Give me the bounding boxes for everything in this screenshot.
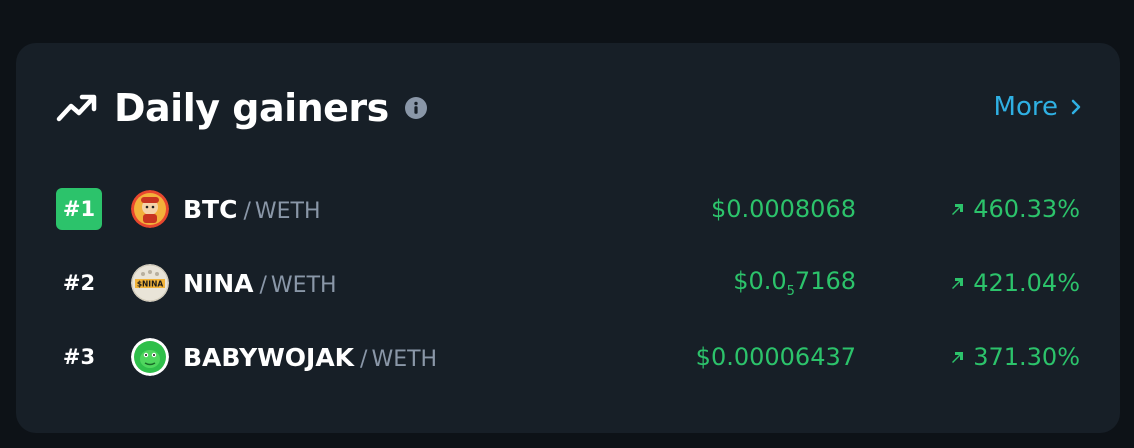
gainer-row[interactable]: #3 BABYWOJAK / WETH $0.00006437 371.30%: [56, 335, 1080, 379]
card-title: Daily gainers: [114, 86, 389, 130]
svg-text:$NINA: $NINA: [137, 280, 164, 289]
arrow-up-right-icon: [952, 278, 964, 289]
change-value: 371.30%: [973, 343, 1080, 371]
rank-badge: #1: [56, 188, 102, 230]
price-suffix: 7168: [794, 267, 856, 295]
btc-token-avatar: [131, 190, 169, 228]
card-header: Daily gainers: [56, 83, 427, 133]
change-value: 460.33%: [973, 195, 1080, 223]
nina-token-avatar: $NINA: [131, 264, 169, 302]
price-zero-count: 5: [786, 284, 795, 299]
daily-gainers-card: Daily gainers More #1 BTC / WETH $0.0008…: [16, 43, 1120, 433]
price-prefix: $0.0: [733, 267, 787, 295]
babywojak-token-avatar: [131, 338, 169, 376]
more-label[interactable]: More: [994, 92, 1058, 122]
arrow-up-right-icon: [952, 352, 964, 363]
base-token: BABYWOJAK: [183, 342, 355, 372]
change-value: 421.04%: [973, 269, 1080, 297]
pair-separator: /: [259, 272, 267, 298]
price-change: 460.33%: [951, 195, 1080, 223]
token-price: $0.057168: [733, 267, 856, 299]
price-value: $0.0008068: [710, 195, 856, 223]
gainer-row[interactable]: #2 $NINA NINA / WETH $0.057168 421.04%: [56, 261, 1080, 305]
arrow-up-right-icon: [952, 204, 964, 215]
trading-pair: BTC / WETH: [183, 195, 321, 224]
price-value: $0.00006437: [695, 343, 856, 371]
base-token: NINA: [183, 268, 254, 298]
token-price: $0.00006437: [696, 343, 856, 371]
pair-separator: /: [360, 346, 368, 372]
trading-pair: BABYWOJAK / WETH: [183, 343, 437, 372]
pair-separator: /: [243, 198, 251, 224]
trending-up-icon: [56, 94, 97, 122]
quote-token: WETH: [254, 198, 321, 224]
more-link[interactable]: More: [994, 92, 1082, 122]
quote-token: WETH: [270, 272, 337, 298]
token-price: $0.0008068: [711, 195, 856, 223]
chevron-right-icon: [1071, 99, 1081, 115]
rank-badge: #2: [62, 271, 96, 295]
info-icon[interactable]: [404, 97, 427, 119]
price-change: 371.30%: [951, 343, 1080, 371]
base-token: BTC: [183, 194, 238, 224]
rank-badge: #3: [62, 345, 96, 369]
price-change: 421.04%: [951, 269, 1080, 297]
gainer-row[interactable]: #1 BTC / WETH $0.0008068 460.33%: [56, 187, 1080, 231]
trading-pair: NINA / WETH: [183, 269, 337, 298]
quote-token: WETH: [371, 346, 438, 372]
